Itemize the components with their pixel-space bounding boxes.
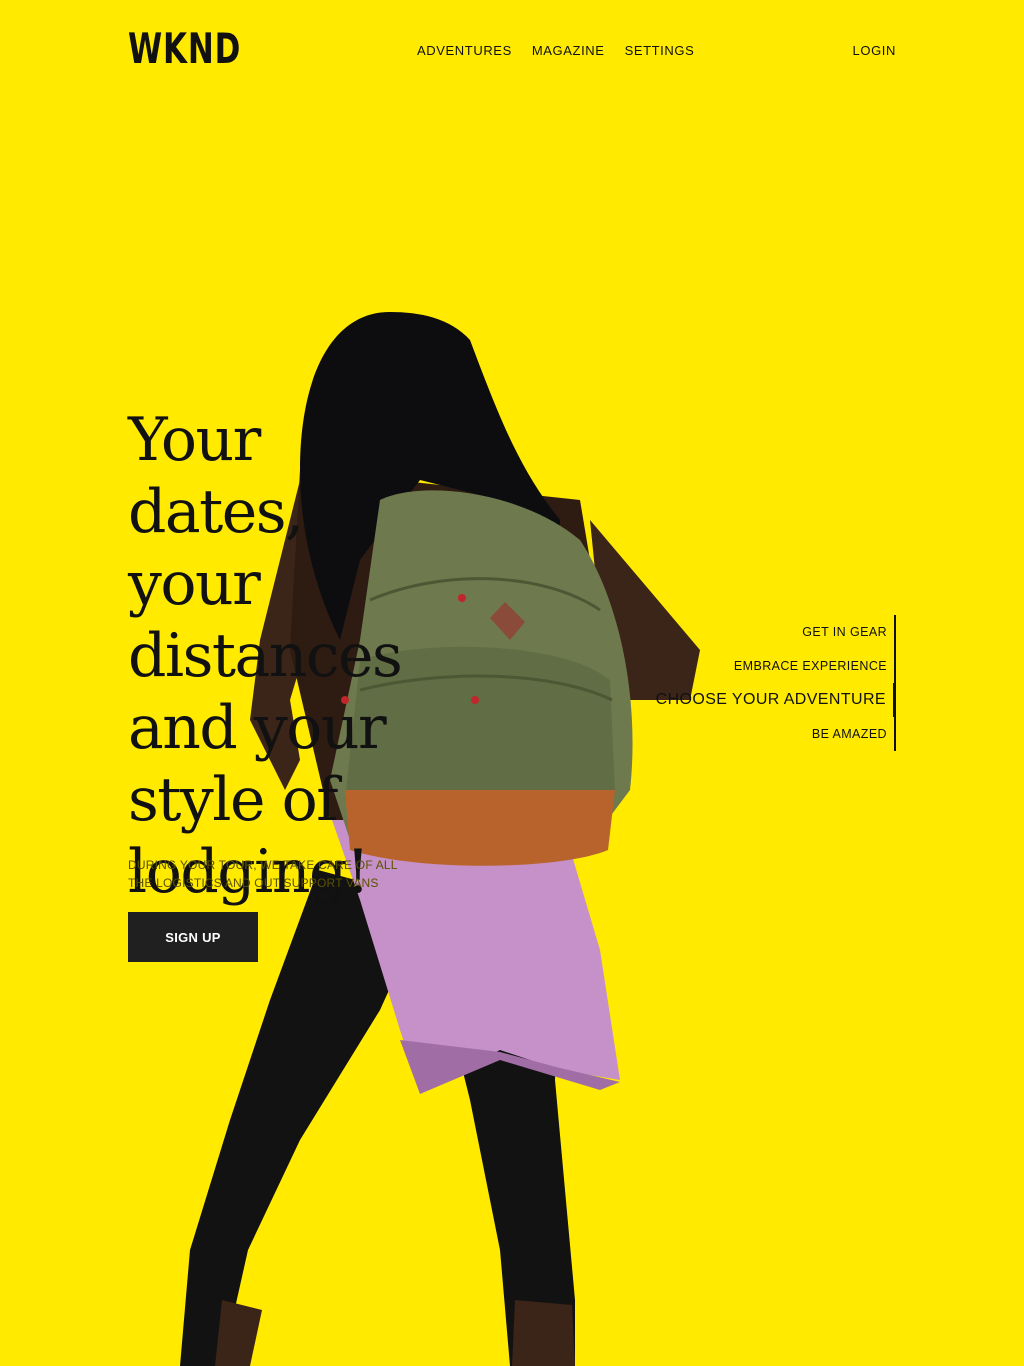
step-be-amazed[interactable]: BE AMAZED xyxy=(812,717,896,751)
hero-subtext: DURING YOUR TOUR, WE TAKE CARE OF ALL TH… xyxy=(128,858,398,890)
hero-headline: Your dates, your distances and your styl… xyxy=(128,405,403,907)
step-embrace-experience[interactable]: EMBRACE EXPERIENCE xyxy=(734,649,896,683)
step-get-in-gear[interactable]: GET IN GEAR xyxy=(802,615,896,649)
hero-text-block: Your dates, your distances and your styl… xyxy=(128,404,428,908)
sign-up-button[interactable]: SIGN UP xyxy=(128,912,258,962)
adventure-steps-nav: GET IN GEAR EMBRACE EXPERIENCE CHOOSE YO… xyxy=(656,615,896,751)
step-choose-your-adventure[interactable]: CHOOSE YOUR ADVENTURE xyxy=(656,683,896,717)
